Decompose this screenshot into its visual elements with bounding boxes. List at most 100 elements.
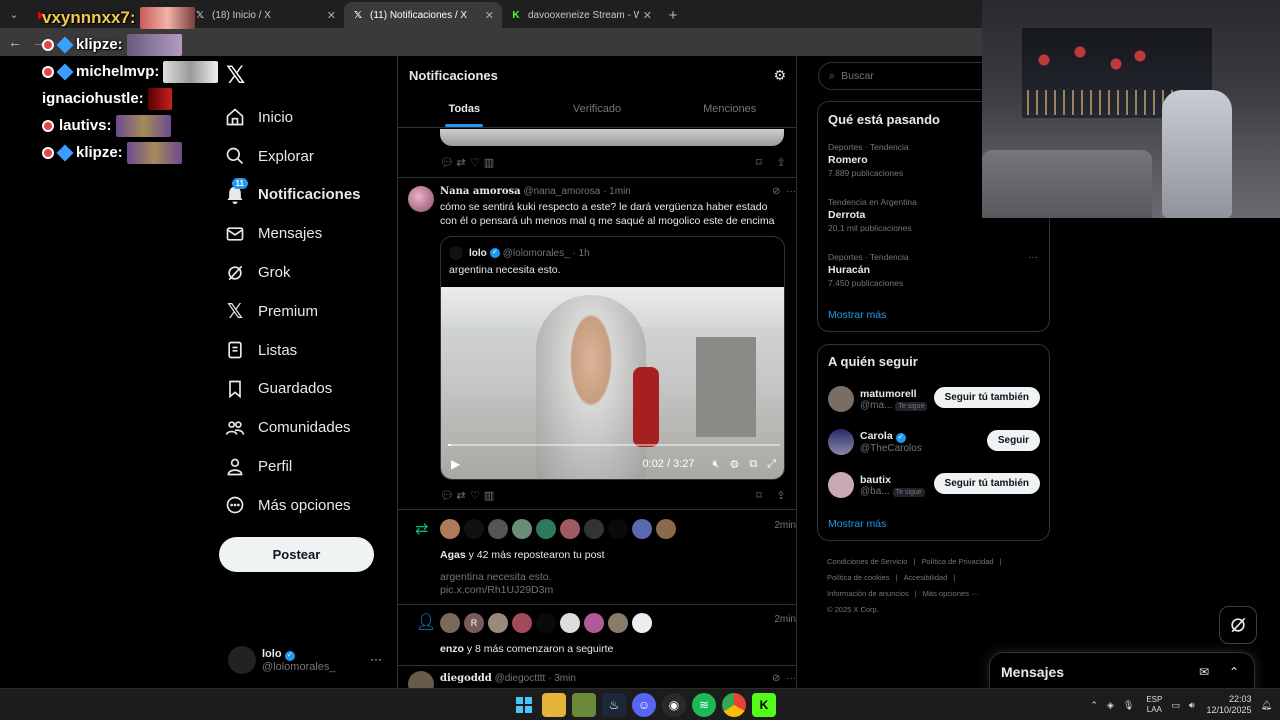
avatar[interactable] — [632, 613, 652, 633]
avatar[interactable] — [584, 519, 604, 539]
footer-link[interactable]: Condiciones de Servicio — [827, 557, 907, 566]
tweet-author-name[interactable]: Nana amorosa — [440, 186, 521, 197]
views-icon[interactable]: ▥ — [482, 489, 496, 502]
avatar[interactable] — [408, 186, 434, 212]
avatar[interactable] — [464, 519, 484, 539]
video-player[interactable]: ▶ 0:02 / 3:27 🔇︎ ⚙ ⧉ ⤢ — [441, 287, 784, 479]
account-switcher[interactable]: lolo ✓ @lolomorales_ ··· — [228, 640, 388, 680]
footer-link[interactable]: Accesibilidad — [904, 573, 948, 582]
windows-start-icon[interactable] — [512, 693, 536, 717]
grok-icon[interactable]: ⊘ — [772, 673, 780, 684]
nav-item-comunidades[interactable]: Comunidades — [222, 408, 392, 447]
network-icon[interactable]: ◈ — [1107, 700, 1114, 711]
grok-icon[interactable]: ⊘ — [772, 186, 780, 197]
new-message-icon[interactable]: ✉ — [1194, 665, 1214, 679]
avatar[interactable] — [440, 613, 460, 633]
avatar[interactable] — [608, 613, 628, 633]
avatar[interactable]: R — [464, 613, 484, 633]
avatar[interactable] — [632, 519, 652, 539]
expand-icon[interactable]: ⌃ — [1224, 665, 1244, 679]
notification-bell-icon[interactable]: 🔔︎ — [1261, 700, 1272, 711]
tweet-time[interactable]: · 3min — [548, 673, 576, 684]
follow-back-button[interactable]: Seguir tú también — [933, 473, 1040, 494]
grok-floating-button[interactable] — [1219, 606, 1257, 644]
nav-item-grok[interactable]: Grok — [222, 253, 392, 292]
repost-icon[interactable]: ⇄ — [454, 156, 468, 169]
fullscreen-icon[interactable]: ⤢ — [767, 458, 776, 471]
more-icon[interactable]: ··· — [786, 673, 796, 684]
share-icon[interactable]: ⇪ — [774, 156, 788, 169]
play-icon[interactable]: ▶ — [451, 457, 460, 471]
tab-verificado[interactable]: Verificado — [531, 91, 664, 127]
x-logo-icon[interactable]: 𝕏 — [226, 64, 248, 88]
kick-icon[interactable]: K — [752, 693, 776, 717]
close-icon[interactable]: ✕ — [485, 9, 494, 22]
mute-icon[interactable]: 🔇︎ — [713, 458, 720, 471]
notification-text[interactable]: Agas y 42 más repostearon tu post — [440, 549, 605, 561]
reply-icon[interactable]: 💬︎ — [440, 489, 454, 502]
tweet-author-handle[interactable]: @diegoctttt — [495, 673, 546, 684]
share-icon[interactable]: ⇪ — [774, 489, 788, 502]
app-icon[interactable] — [572, 693, 596, 717]
nav-item-premium[interactable]: 𝕏 Premium — [222, 292, 392, 331]
follow-back-button[interactable]: Seguir tú también — [933, 387, 1040, 408]
avatar[interactable] — [536, 519, 556, 539]
file-explorer-icon[interactable] — [542, 693, 566, 717]
more-icon[interactable]: ··· — [786, 186, 796, 197]
nav-item-explorar[interactable]: Explorar — [222, 137, 392, 176]
nav-item-mensajes[interactable]: Mensajes — [222, 214, 392, 253]
nav-item-inicio[interactable]: Inicio — [222, 98, 392, 137]
footer-link[interactable]: Información de anuncios — [827, 589, 909, 598]
tab-menciones[interactable]: Menciones — [663, 91, 796, 127]
bookmark-icon[interactable]: ⌑ — [752, 489, 766, 502]
show-more-link[interactable]: Mostrar más — [828, 309, 886, 321]
display-icon[interactable]: ▭ — [1171, 700, 1180, 711]
show-more-link[interactable]: Mostrar más — [828, 518, 886, 530]
tab-todas[interactable]: Todas — [398, 91, 531, 127]
repost-icon[interactable]: ⇄ — [454, 489, 468, 502]
clock[interactable]: 22:03 12/10/2025 — [1207, 694, 1252, 716]
follow-suggestion[interactable]: Carola ✓ @TheCarolos Seguir — [828, 427, 1040, 457]
volume-icon[interactable]: 🔊︎ — [1189, 700, 1195, 711]
notification-text[interactable]: enzo y 8 más comenzaron a seguirte — [440, 643, 613, 655]
like-icon[interactable]: ♡ — [468, 156, 482, 169]
notification-post-preview[interactable]: argentina necesita esto. pic.x.com/Rh1UJ… — [440, 571, 553, 597]
discord-icon[interactable]: ☺ — [632, 693, 656, 717]
follow-button[interactable]: Seguir — [986, 430, 1040, 451]
chevron-up-icon[interactable]: ⌃ — [1090, 700, 1098, 711]
language-indicator[interactable]: ESP LAA — [1146, 695, 1162, 715]
close-icon[interactable]: ✕ — [327, 9, 336, 22]
more-icon[interactable]: ··· — [370, 652, 382, 666]
trend-item[interactable]: Deportes · Tendencia Huracán 7.450 publi… — [828, 252, 1038, 288]
quoted-tweet[interactable]: lolo ✓ @lolomorales_ · 1h argentina nece… — [440, 236, 785, 480]
nav-item-mas-opciones[interactable]: Más opciones — [222, 486, 392, 525]
footer-link[interactable]: Política de cookies — [827, 573, 890, 582]
pip-icon[interactable]: ⧉ — [749, 458, 757, 471]
gear-icon[interactable]: ⚙ — [773, 67, 786, 84]
close-icon[interactable]: ✕ — [643, 9, 652, 22]
microphone-icon[interactable]: 🎙︎ — [1123, 700, 1134, 711]
video-progress-bar[interactable] — [448, 444, 780, 446]
nav-item-notificaciones[interactable]: 11 Notificaciones — [222, 176, 392, 215]
avatar[interactable] — [584, 613, 604, 633]
new-tab-button[interactable]: + — [660, 2, 686, 28]
back-arrow-icon[interactable]: ← — [8, 34, 22, 50]
follow-suggestion[interactable]: matumorell @ma... Te sigue Seguir tú tamb… — [828, 384, 1040, 414]
avatar[interactable] — [512, 519, 532, 539]
more-icon[interactable]: ··· — [1028, 252, 1038, 263]
nav-item-guardados[interactable]: Guardados — [222, 370, 392, 409]
views-icon[interactable]: ▥ — [482, 156, 496, 169]
spotify-icon[interactable]: ≋ — [692, 693, 716, 717]
avatar[interactable] — [488, 613, 508, 633]
bookmark-icon[interactable]: ⌑ — [752, 156, 766, 169]
messages-drawer[interactable]: Mensajes ✉ ⌃ — [989, 652, 1255, 690]
avatar[interactable] — [488, 519, 508, 539]
steam-icon[interactable]: ♨ — [602, 693, 626, 717]
tweet-author-name[interactable]: diegoddd — [440, 673, 492, 684]
obs-icon[interactable]: ◉ — [662, 693, 686, 717]
reply-icon[interactable]: 💬︎ — [440, 156, 454, 169]
avatar[interactable] — [440, 519, 460, 539]
like-icon[interactable]: ♡ — [468, 489, 482, 502]
tweet-time[interactable]: · 1min — [603, 186, 631, 197]
previous-tweet-media[interactable] — [440, 129, 784, 146]
